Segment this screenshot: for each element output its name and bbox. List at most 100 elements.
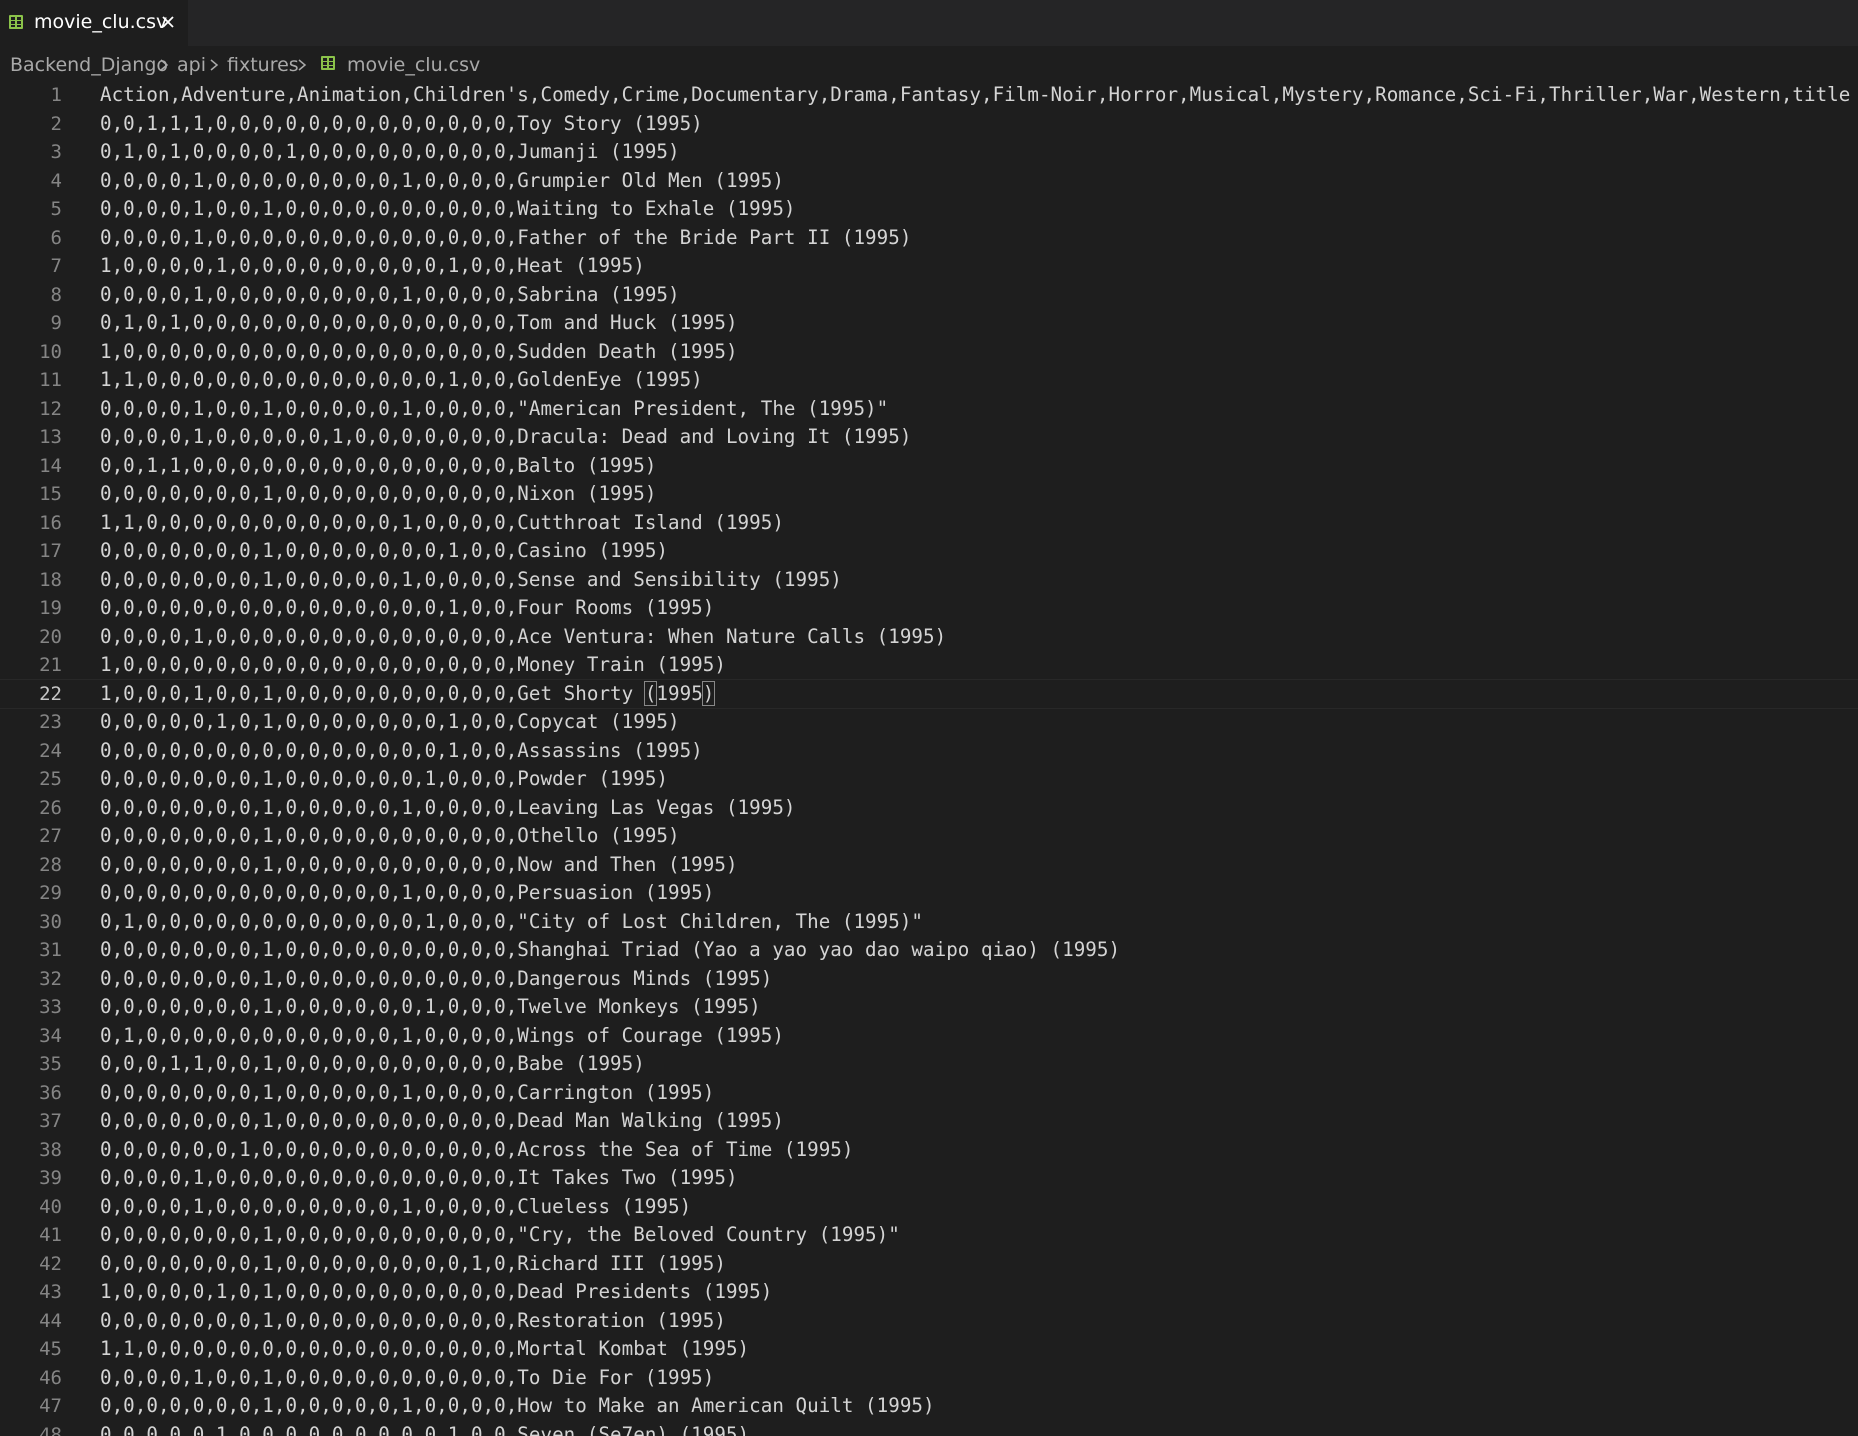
line-content[interactable]: 1,0,0,0,0,0,0,0,0,0,0,0,0,0,0,0,0,0,Sudd… [100,338,738,367]
editor-line[interactable]: 30 0,1,0,0,0,0,0,0,0,0,0,0,0,0,1,0,0,0,"C… [0,908,1858,937]
editor-line[interactable]: 27 0,0,0,0,0,0,0,1,0,0,0,0,0,0,0,0,0,0,Ot… [0,822,1858,851]
line-content[interactable]: 0,1,0,0,0,0,0,0,0,0,0,0,0,0,1,0,0,0,"Cit… [100,908,923,937]
line-content[interactable]: 0,0,0,0,0,0,0,1,0,0,0,0,0,1,0,0,0,0,How … [100,1392,935,1421]
editor-line[interactable]: 24 0,0,0,0,0,0,0,0,0,0,0,0,0,0,0,1,0,0,As… [0,737,1858,766]
line-content[interactable]: 0,0,0,0,0,0,0,1,0,0,0,0,0,0,0,1,0,0,Casi… [100,537,668,566]
editor-line[interactable]: 6 0,0,0,0,1,0,0,0,0,0,0,0,0,0,0,0,0,0,Fat… [0,224,1858,253]
line-content[interactable]: 1,0,0,0,1,0,0,1,0,0,0,0,0,0,0,0,0,0,Get … [100,680,716,709]
editor-line[interactable]: 29 0,0,0,0,0,0,0,0,0,0,0,0,0,1,0,0,0,0,Pe… [0,879,1858,908]
editor-line[interactable]: 13 0,0,0,0,1,0,0,0,0,0,1,0,0,0,0,0,0,0,Dr… [0,423,1858,452]
line-content[interactable]: 0,1,0,0,0,0,0,0,0,0,0,0,0,1,0,0,0,0,Wing… [100,1022,784,1051]
editor-line[interactable]: 34 0,1,0,0,0,0,0,0,0,0,0,0,0,1,0,0,0,0,Wi… [0,1022,1858,1051]
editor-line[interactable]: 44 0,0,0,0,0,0,0,1,0,0,0,0,0,0,0,0,0,0,Re… [0,1307,1858,1336]
line-content[interactable]: 0,0,0,0,0,1,0,1,0,0,0,0,0,0,0,1,0,0,Copy… [100,708,680,737]
editor-line[interactable]: 33 0,0,0,0,0,0,0,1,0,0,0,0,0,0,1,0,0,0,Tw… [0,993,1858,1022]
line-content[interactable]: 0,0,0,0,0,0,0,1,0,0,0,0,0,0,1,0,0,0,Twel… [100,993,761,1022]
close-icon[interactable] [158,12,178,32]
line-content[interactable]: 1,1,0,0,0,0,0,0,0,0,0,0,0,0,0,0,0,0,Mort… [100,1335,749,1364]
line-content[interactable]: 0,0,0,0,1,0,0,0,0,0,0,0,0,1,0,0,0,0,Clue… [100,1193,691,1222]
editor-line[interactable]: 5 0,0,0,0,1,0,0,1,0,0,0,0,0,0,0,0,0,0,Wai… [0,195,1858,224]
editor-line[interactable]: 17 0,0,0,0,0,0,0,1,0,0,0,0,0,0,0,1,0,0,Ca… [0,537,1858,566]
editor-line[interactable]: 28 0,0,0,0,0,0,0,1,0,0,0,0,0,0,0,0,0,0,No… [0,851,1858,880]
line-content[interactable]: 0,0,0,0,0,0,1,0,0,0,0,0,0,0,0,0,0,0,Acro… [100,1136,853,1165]
editor-line[interactable]: 19 0,0,0,0,0,0,0,0,0,0,0,0,0,0,0,1,0,0,Fo… [0,594,1858,623]
editor-line[interactable]: 41 0,0,0,0,0,0,0,1,0,0,0,0,0,0,0,0,0,0,"C… [0,1221,1858,1250]
line-content[interactable]: 0,0,0,0,0,0,0,1,0,0,0,0,0,0,1,0,0,0,Powd… [100,765,668,794]
line-content[interactable]: Action,Adventure,Animation,Children's,Co… [100,82,1850,110]
line-content[interactable]: 0,0,0,0,1,0,0,0,0,0,0,0,0,1,0,0,0,0,Grum… [100,167,784,196]
line-content[interactable]: 1,1,0,0,0,0,0,0,0,0,0,0,0,0,0,1,0,0,Gold… [100,366,703,395]
line-content[interactable]: 0,0,0,0,0,0,0,1,0,0,0,0,0,0,0,0,0,0,Now … [100,851,738,880]
editor-line[interactable]: 8 0,0,0,0,1,0,0,0,0,0,0,0,0,1,0,0,0,0,Sab… [0,281,1858,310]
editor-line[interactable]: 22 1,0,0,0,1,0,0,1,0,0,0,0,0,0,0,0,0,0,Ge… [0,678,1858,709]
line-content[interactable]: 0,0,0,0,0,0,0,0,0,0,0,0,0,1,0,0,0,0,Pers… [100,879,714,908]
editor-line[interactable]: 1 Action,Adventure,Animation,Children's,C… [0,82,1858,110]
editor-line[interactable]: 42 0,0,0,0,0,0,0,1,0,0,0,0,0,0,0,0,1,0,Ri… [0,1250,1858,1279]
editor-line[interactable]: 36 0,0,0,0,0,0,0,1,0,0,0,0,0,1,0,0,0,0,Ca… [0,1079,1858,1108]
line-content[interactable]: 1,0,0,0,0,1,0,0,0,0,0,0,0,0,0,1,0,0,Heat… [100,252,645,281]
breadcrumb-item-backend-django[interactable]: Backend_Django [10,53,168,77]
line-content[interactable]: 1,0,0,0,0,1,0,1,0,0,0,0,0,0,0,0,0,0,Dead… [100,1278,772,1307]
line-content[interactable]: 0,0,0,0,0,1,0,0,0,0,0,0,0,0,0,1,0,0,Seve… [100,1421,749,1436]
line-content[interactable]: 0,0,0,0,0,0,0,1,0,0,0,0,0,0,0,0,0,0,Shan… [100,936,1120,965]
line-content[interactable]: 0,0,0,0,0,0,0,1,0,0,0,0,0,0,0,0,0,0,Dang… [100,965,772,994]
editor-line[interactable]: 31 0,0,0,0,0,0,0,1,0,0,0,0,0,0,0,0,0,0,Sh… [0,936,1858,965]
line-content[interactable]: 0,0,0,0,0,0,0,1,0,0,0,0,0,1,0,0,0,0,Carr… [100,1079,714,1108]
line-content[interactable]: 0,0,0,0,1,0,0,0,0,0,0,0,0,0,0,0,0,0,Ace … [100,623,946,652]
code-editor[interactable]: 1 Action,Adventure,Animation,Children's,C… [0,82,1858,1436]
editor-line[interactable]: 10 1,0,0,0,0,0,0,0,0,0,0,0,0,0,0,0,0,0,Su… [0,338,1858,367]
line-content[interactable]: 1,0,0,0,0,0,0,0,0,0,0,0,0,0,0,0,0,0,Mone… [100,651,726,680]
editor-line[interactable]: 47 0,0,0,0,0,0,0,1,0,0,0,0,0,1,0,0,0,0,Ho… [0,1392,1858,1421]
line-content[interactable]: 0,0,0,0,0,0,0,1,0,0,0,0,0,1,0,0,0,0,Sens… [100,566,842,595]
line-content[interactable]: 0,0,0,0,1,0,0,0,0,0,0,0,0,0,0,0,0,0,It T… [100,1164,738,1193]
editor-line[interactable]: 40 0,0,0,0,1,0,0,0,0,0,0,0,0,1,0,0,0,0,Cl… [0,1193,1858,1222]
line-content[interactable]: 0,1,0,1,0,0,0,0,0,0,0,0,0,0,0,0,0,0,Tom … [100,309,738,338]
line-content[interactable]: 0,0,0,0,1,0,0,1,0,0,0,0,0,0,0,0,0,0,Wait… [100,195,796,224]
line-content[interactable]: 0,0,0,1,1,0,0,1,0,0,0,0,0,0,0,0,0,0,Babe… [100,1050,645,1079]
line-content[interactable]: 0,0,0,0,0,0,0,1,0,0,0,0,0,0,0,0,1,0,Rich… [100,1250,726,1279]
editor-line[interactable]: 4 0,0,0,0,1,0,0,0,0,0,0,0,0,1,0,0,0,0,Gru… [0,167,1858,196]
line-content[interactable]: 0,0,0,0,1,0,0,0,0,0,1,0,0,0,0,0,0,0,Drac… [100,423,911,452]
line-content[interactable]: 0,0,0,0,1,0,0,1,0,0,0,0,0,1,0,0,0,0,"Ame… [100,395,888,424]
line-content[interactable]: 0,0,0,0,1,0,0,0,0,0,0,0,0,1,0,0,0,0,Sabr… [100,281,680,310]
editor-line[interactable]: 12 0,0,0,0,1,0,0,1,0,0,0,0,0,1,0,0,0,0,"A… [0,395,1858,424]
line-content[interactable]: 0,0,0,0,1,0,0,1,0,0,0,0,0,0,0,0,0,0,To D… [100,1364,714,1393]
editor-line[interactable]: 32 0,0,0,0,0,0,0,1,0,0,0,0,0,0,0,0,0,0,Da… [0,965,1858,994]
line-content[interactable]: 0,0,1,1,0,0,0,0,0,0,0,0,0,0,0,0,0,0,Balt… [100,452,656,481]
breadcrumb-item-api[interactable]: api [177,53,206,77]
editor-line[interactable]: 14 0,0,1,1,0,0,0,0,0,0,0,0,0,0,0,0,0,0,Ba… [0,452,1858,481]
editor-line[interactable]: 48 0,0,0,0,0,1,0,0,0,0,0,0,0,0,0,1,0,0,Se… [0,1421,1858,1436]
editor-line[interactable]: 25 0,0,0,0,0,0,0,1,0,0,0,0,0,0,1,0,0,0,Po… [0,765,1858,794]
line-content[interactable]: 0,0,0,0,0,0,0,1,0,0,0,0,0,1,0,0,0,0,Leav… [100,794,796,823]
editor-line[interactable]: 46 0,0,0,0,1,0,0,1,0,0,0,0,0,0,0,0,0,0,To… [0,1364,1858,1393]
line-content[interactable]: 0,0,0,0,0,0,0,1,0,0,0,0,0,0,0,0,0,0,"Cry… [100,1221,900,1250]
editor-line[interactable]: 39 0,0,0,0,1,0,0,0,0,0,0,0,0,0,0,0,0,0,It… [0,1164,1858,1193]
editor-line[interactable]: 9 0,1,0,1,0,0,0,0,0,0,0,0,0,0,0,0,0,0,Tom… [0,309,1858,338]
editor-line[interactable]: 45 1,1,0,0,0,0,0,0,0,0,0,0,0,0,0,0,0,0,Mo… [0,1335,1858,1364]
editor-line[interactable]: 20 0,0,0,0,1,0,0,0,0,0,0,0,0,0,0,0,0,0,Ac… [0,623,1858,652]
editor-line[interactable]: 43 1,0,0,0,0,1,0,1,0,0,0,0,0,0,0,0,0,0,De… [0,1278,1858,1307]
line-content[interactable]: 0,0,0,0,0,0,0,0,0,0,0,0,0,0,0,1,0,0,Assa… [100,737,703,766]
editor-line[interactable]: 26 0,0,0,0,0,0,0,1,0,0,0,0,0,1,0,0,0,0,Le… [0,794,1858,823]
editor-line[interactable]: 16 1,1,0,0,0,0,0,0,0,0,0,0,0,1,0,0,0,0,Cu… [0,509,1858,538]
editor-line[interactable]: 15 0,0,0,0,0,0,0,1,0,0,0,0,0,0,0,0,0,0,Ni… [0,480,1858,509]
editor-line[interactable]: 21 1,0,0,0,0,0,0,0,0,0,0,0,0,0,0,0,0,0,Mo… [0,651,1858,680]
line-content[interactable]: 0,0,0,0,0,0,0,1,0,0,0,0,0,0,0,0,0,0,Rest… [100,1307,726,1336]
editor-line[interactable]: 23 0,0,0,0,0,1,0,1,0,0,0,0,0,0,0,1,0,0,Co… [0,708,1858,737]
editor-line[interactable]: 2 0,0,1,1,1,0,0,0,0,0,0,0,0,0,0,0,0,0,Toy… [0,110,1858,139]
line-content[interactable]: 0,0,0,0,0,0,0,1,0,0,0,0,0,0,0,0,0,0,Dead… [100,1107,784,1136]
editor-line[interactable]: 38 0,0,0,0,0,0,1,0,0,0,0,0,0,0,0,0,0,0,Ac… [0,1136,1858,1165]
line-content[interactable]: 0,1,0,1,0,0,0,0,1,0,0,0,0,0,0,0,0,0,Juma… [100,138,680,167]
editor-line[interactable]: 18 0,0,0,0,0,0,0,1,0,0,0,0,0,1,0,0,0,0,Se… [0,566,1858,595]
line-content[interactable]: 0,0,1,1,1,0,0,0,0,0,0,0,0,0,0,0,0,0,Toy … [100,110,703,139]
editor-line[interactable]: 35 0,0,0,1,1,0,0,1,0,0,0,0,0,0,0,0,0,0,Ba… [0,1050,1858,1079]
line-content[interactable]: 0,0,0,0,0,0,0,1,0,0,0,0,0,0,0,0,0,0,Nixo… [100,480,656,509]
editor-line[interactable]: 11 1,1,0,0,0,0,0,0,0,0,0,0,0,0,0,1,0,0,Go… [0,366,1858,395]
line-content[interactable]: 0,0,0,0,0,0,0,1,0,0,0,0,0,0,0,0,0,0,Othe… [100,822,680,851]
line-content[interactable]: 1,1,0,0,0,0,0,0,0,0,0,0,0,1,0,0,0,0,Cutt… [100,509,784,538]
breadcrumb-item-file[interactable]: movie_clu.csv [347,53,480,77]
editor-line[interactable]: 3 0,1,0,1,0,0,0,0,1,0,0,0,0,0,0,0,0,0,Jum… [0,138,1858,167]
editor-line[interactable]: 7 1,0,0,0,0,1,0,0,0,0,0,0,0,0,0,1,0,0,Hea… [0,252,1858,281]
line-content[interactable]: 0,0,0,0,1,0,0,0,0,0,0,0,0,0,0,0,0,0,Fath… [100,224,911,253]
editor-line[interactable]: 37 0,0,0,0,0,0,0,1,0,0,0,0,0,0,0,0,0,0,De… [0,1107,1858,1136]
